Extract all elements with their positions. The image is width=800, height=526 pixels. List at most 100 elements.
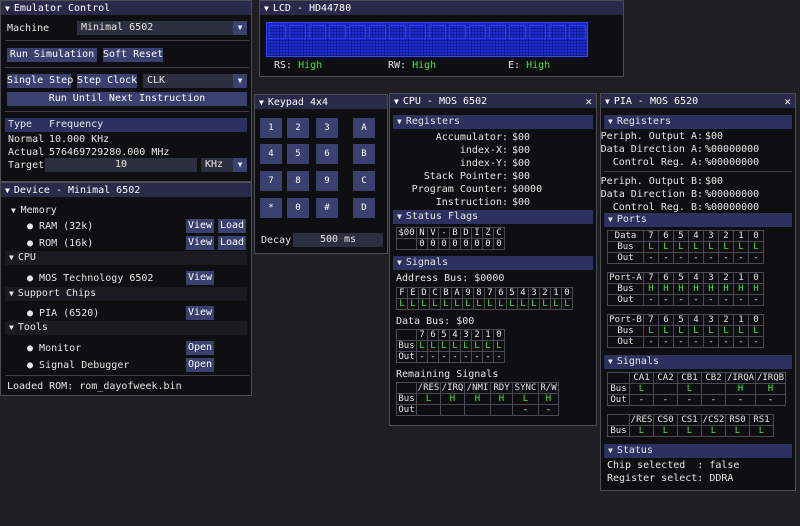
signals-header[interactable]: ▼ Signals <box>604 355 792 369</box>
table-cell: - <box>748 252 764 264</box>
data-direction-b-label: Data Direction B: <box>600 189 703 200</box>
monitor-open-button[interactable]: Open <box>186 341 214 355</box>
ports-header[interactable]: ▼ Ports <box>604 213 792 227</box>
table-cell: Port-B <box>607 314 644 326</box>
key-9[interactable]: 9 <box>316 171 338 191</box>
table-row: Bus L L L L L L <box>607 425 774 437</box>
target-input[interactable]: 10 <box>45 158 197 172</box>
table-cell: E <box>407 287 419 299</box>
table-cell: 7 <box>643 314 659 326</box>
key-8[interactable]: 8 <box>287 171 309 191</box>
single-step-button[interactable]: Single Step <box>7 74 73 88</box>
key-a[interactable]: A <box>353 118 375 138</box>
key-1[interactable]: 1 <box>260 118 282 138</box>
key-star[interactable]: * <box>260 198 282 218</box>
table-cell: H <box>673 283 689 295</box>
key-c[interactable]: C <box>353 171 375 191</box>
collapse-icon[interactable]: ▼ <box>5 4 10 13</box>
table-row: Out - - - - - - - - <box>607 336 764 348</box>
registers-header[interactable]: ▼ Registers <box>604 115 792 129</box>
title-bar[interactable]: ▼ Keypad 4x4 <box>255 95 387 109</box>
title-bar[interactable]: ▼ CPU - MOS 6502 ✕ <box>390 94 596 108</box>
table-cell: L <box>418 298 430 310</box>
table-cell: L <box>701 425 726 437</box>
title-bar[interactable]: ▼ LCD - HD44780 <box>260 1 623 15</box>
lcd-cell <box>529 25 546 39</box>
ram-view-button[interactable]: View <box>186 219 214 233</box>
key-7[interactable]: 7 <box>260 171 282 191</box>
key-0[interactable]: 0 <box>287 198 309 218</box>
signal-debugger-open-button[interactable]: Open <box>186 358 214 372</box>
table-row: Bus L L L L L L L L <box>396 340 505 352</box>
collapse-icon[interactable]: ▼ <box>259 98 264 107</box>
expand-icon: ▼ <box>397 117 402 126</box>
table-cell: Out <box>607 394 630 406</box>
table-cell: 1 <box>733 230 749 242</box>
table-cell: - <box>733 252 749 264</box>
soft-reset-button[interactable]: Soft Reset <box>103 48 163 62</box>
table-cell: - <box>748 294 764 306</box>
table-cell: - <box>718 294 734 306</box>
clock-select[interactable]: CLK ▼ <box>143 74 247 88</box>
key-2[interactable]: 2 <box>287 118 309 138</box>
collapse-icon[interactable]: ▼ <box>264 4 269 13</box>
registers-header[interactable]: ▼ Registers <box>393 115 593 129</box>
tree-memory[interactable]: ▼ Memory <box>11 205 57 216</box>
pia-view-button[interactable]: View <box>186 306 214 320</box>
key-6[interactable]: 6 <box>316 144 338 164</box>
data-bus-table: 7 6 5 4 3 2 1 0 Bus L L L L L L L L Out - - - - - - - - <box>396 329 505 363</box>
key-b[interactable]: B <box>353 144 375 164</box>
expand-icon: ▼ <box>608 215 613 224</box>
collapse-icon[interactable]: ▼ <box>394 97 399 106</box>
title-bar[interactable]: ▼ Emulator Control <box>1 1 251 15</box>
cpu-view-button[interactable]: View <box>186 271 214 285</box>
rom-load-button[interactable]: Load <box>218 236 246 250</box>
table-cell: - <box>688 336 704 348</box>
table-cell: L <box>658 325 674 337</box>
index-y-value: $00 <box>512 158 531 169</box>
key-4[interactable]: 4 <box>260 144 282 164</box>
table-cell: Out <box>396 404 417 416</box>
unit-select[interactable]: KHz ▼ <box>201 158 247 172</box>
tree-cpu[interactable]: ▼ CPU <box>5 251 247 265</box>
run-simulation-button[interactable]: Run Simulation <box>7 48 97 62</box>
table-cell: L <box>407 298 419 310</box>
chip-selected-text: Chip selected : false <box>607 460 740 471</box>
status-flags-label: Status Flags <box>405 211 479 222</box>
status-flags-header[interactable]: ▼ Status Flags <box>393 210 593 224</box>
step-clock-button[interactable]: Step Clock <box>77 74 137 88</box>
control-reg-a-label: Control Reg. A: <box>612 157 703 168</box>
table-cell: /IRQA <box>725 372 756 384</box>
title-bar[interactable]: ▼ PIA - MOS 6520 ✕ <box>601 94 795 108</box>
table-cell: 4 <box>688 230 704 242</box>
rw-value: High <box>412 60 437 71</box>
address-bus-text: Address Bus: $0000 <box>396 273 505 284</box>
decay-input[interactable]: 500 ms <box>293 233 383 247</box>
table-cell: 5 <box>673 314 689 326</box>
key-3[interactable]: 3 <box>316 118 338 138</box>
key-d[interactable]: D <box>353 198 375 218</box>
ram-load-button[interactable]: Load <box>218 219 246 233</box>
table-cell: L <box>528 298 540 310</box>
rom-view-button[interactable]: View <box>186 236 214 250</box>
tree-support-chips[interactable]: ▼ Support Chips <box>5 287 247 301</box>
close-icon[interactable]: ✕ <box>784 95 791 108</box>
table-cell <box>490 404 513 416</box>
key-5[interactable]: 5 <box>287 144 309 164</box>
expand-icon: ▼ <box>608 117 613 126</box>
periph-output-a-label: Periph. Output A: <box>600 131 703 142</box>
key-hash[interactable]: # <box>316 198 338 218</box>
index-x-value: $00 <box>512 145 531 156</box>
machine-select[interactable]: Minimal 6502 ▼ <box>77 21 247 35</box>
tree-tools[interactable]: ▼ Tools <box>5 321 247 335</box>
cpu-window: ▼ CPU - MOS 6502 ✕ ▼ Registers Accumulator:… <box>389 93 597 426</box>
close-icon[interactable]: ✕ <box>585 95 592 108</box>
flag-cell: V <box>427 227 439 239</box>
run-until-next-instruction-button[interactable]: Run Until Next Instruction <box>7 92 247 106</box>
status-header[interactable]: ▼ Status <box>604 444 792 458</box>
signals-header[interactable]: ▼ Signals <box>393 256 593 270</box>
collapse-icon[interactable]: ▼ <box>5 186 10 195</box>
title-bar[interactable]: ▼ Device - Minimal 6502 <box>1 183 251 197</box>
collapse-icon[interactable]: ▼ <box>605 97 610 106</box>
table-cell: L <box>482 340 494 352</box>
